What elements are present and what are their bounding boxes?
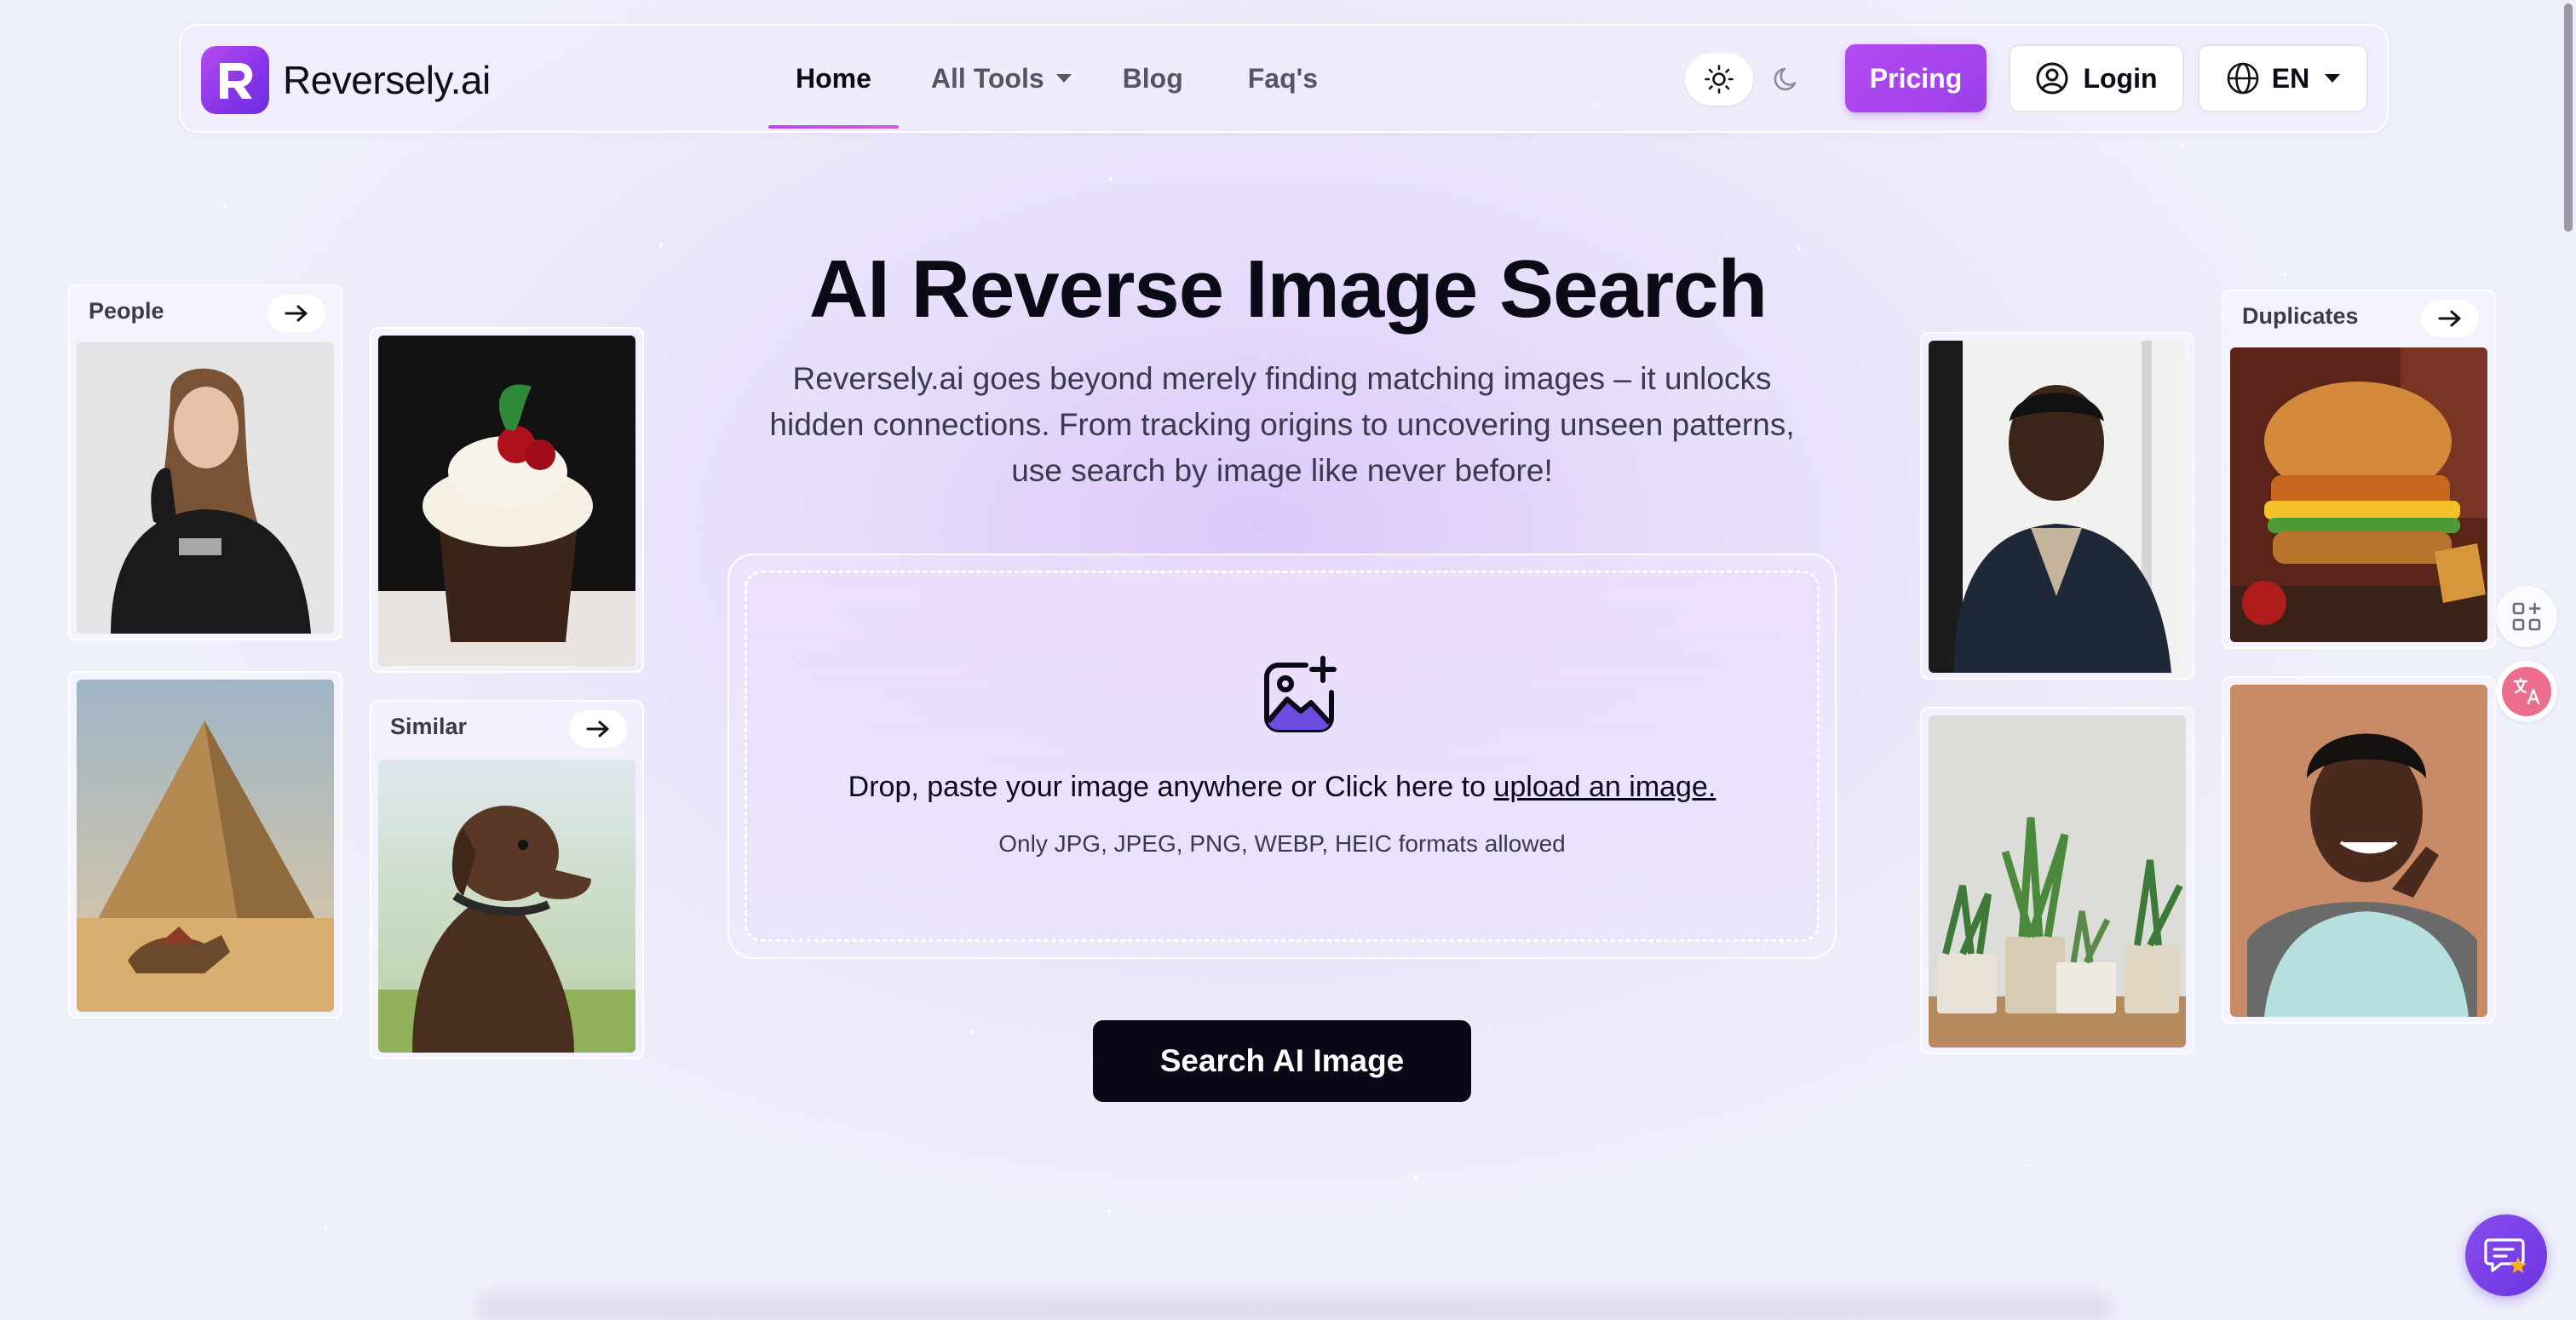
upload-instructions-text: Drop, paste your image anywhere or Click… [848, 771, 1494, 803]
nav-faqs-label: Faq's [1247, 62, 1319, 94]
main-nav: Home All Tools Blog Faq's [768, 26, 1377, 131]
light-mode-button[interactable] [1685, 53, 1753, 106]
people-card-arrow-button[interactable] [267, 295, 325, 332]
pyramid-card[interactable] [68, 671, 342, 1019]
translate-icon [2502, 667, 2551, 716]
arrow-right-icon [2438, 310, 2461, 327]
upload-dropzone-inner[interactable]: Drop, paste your image anywhere or Click… [745, 571, 1820, 942]
sun-icon [1705, 65, 1734, 94]
upload-formats-note: Only JPG, JPEG, PNG, WEBP, HEIC formats … [998, 830, 1566, 857]
woman-hoodie-photo [77, 342, 334, 634]
nav-home[interactable]: Home [768, 62, 899, 129]
pricing-button[interactable]: Pricing [1845, 44, 1987, 112]
sparkle-dot [971, 1030, 975, 1034]
brand-name: Reversely.ai [283, 58, 491, 102]
cupcake-card[interactable] [370, 327, 644, 673]
sparkle-dot [1414, 1175, 1417, 1179]
user-circle-icon [2036, 62, 2068, 95]
search-ai-image-button[interactable]: Search AI Image [1093, 1020, 1471, 1102]
sparkle-dot [2181, 145, 2184, 148]
chat-support-button[interactable] [2465, 1214, 2547, 1296]
translate-button[interactable] [2496, 661, 2557, 722]
man-portrait-photo [1929, 341, 2186, 673]
upload-link[interactable]: upload an image. [1493, 771, 1716, 803]
globe-icon [2227, 62, 2259, 95]
upload-dropzone[interactable]: Drop, paste your image anywhere or Click… [727, 554, 1837, 959]
people-card[interactable]: People [68, 284, 342, 640]
chat-star-icon [2484, 1238, 2527, 1273]
hero-description: Reversely.ai goes beyond merely finding … [769, 361, 1795, 488]
dog-photo [378, 760, 635, 1053]
woman-smiling-card[interactable] [2222, 676, 2496, 1024]
theme-toggle[interactable] [1685, 53, 1830, 106]
grid-plus-icon [2512, 602, 2541, 631]
login-label: Login [2083, 62, 2158, 94]
arrow-right-icon [285, 305, 308, 322]
duplicates-card-arrow-button[interactable] [2421, 300, 2479, 337]
woman-smiling-photo [2230, 685, 2487, 1017]
brand-logo[interactable]: Reversely.ai [201, 46, 491, 114]
chevron-down-icon [2325, 74, 2341, 83]
apps-grid-button[interactable] [2496, 586, 2557, 647]
language-label: EN [2271, 62, 2310, 94]
login-button[interactable]: Login [2009, 44, 2184, 112]
similar-card-arrow-button[interactable] [569, 710, 627, 748]
people-card-title: People [89, 298, 164, 324]
nav-all-tools-label: All Tools [930, 62, 1044, 94]
burger-photo [2230, 347, 2487, 642]
pyramid-camel-photo [77, 680, 334, 1012]
sparkle-dot [1109, 177, 1113, 181]
plants-card[interactable] [1920, 707, 2194, 1054]
chevron-down-icon [1055, 74, 1072, 83]
similar-card[interactable]: Similar [370, 700, 644, 1059]
similar-card-title: Similar [390, 714, 468, 739]
man-portrait-card[interactable] [1920, 332, 2194, 680]
arrow-right-icon [586, 720, 609, 737]
upload-instructions: Drop, paste your image anywhere or Click… [747, 771, 1817, 804]
plants-photo [1929, 715, 2186, 1047]
nav-blog-label: Blog [1122, 62, 1183, 94]
sparkle-dot [324, 1226, 327, 1230]
sparkle-dot [477, 1158, 480, 1162]
duplicates-card[interactable]: Duplicates [2222, 290, 2496, 649]
nav-home-label: Home [796, 62, 871, 94]
duplicates-card-title: Duplicates [2242, 303, 2359, 329]
image-plus-icon [1256, 655, 1342, 744]
nav-all-tools[interactable]: All Tools [931, 63, 1072, 95]
dark-mode-button[interactable] [1753, 53, 1821, 106]
nav-faqs[interactable]: Faq's [1248, 63, 1318, 95]
cupcake-photo [378, 336, 635, 666]
language-selector[interactable]: EN [2198, 44, 2368, 112]
logo-mark-icon [201, 46, 269, 114]
section-shadow [477, 1294, 2113, 1320]
top-navbar: Reversely.ai Home All Tools Blog Faq's P… [179, 24, 2389, 133]
sparkle-dot [1107, 1209, 1111, 1213]
nav-blog[interactable]: Blog [1123, 63, 1183, 95]
sparkle-dot [2027, 1158, 2031, 1162]
scrollbar-thumb[interactable] [2564, 3, 2573, 232]
sparkle-dot [223, 204, 227, 208]
moon-icon [1774, 67, 1797, 91]
